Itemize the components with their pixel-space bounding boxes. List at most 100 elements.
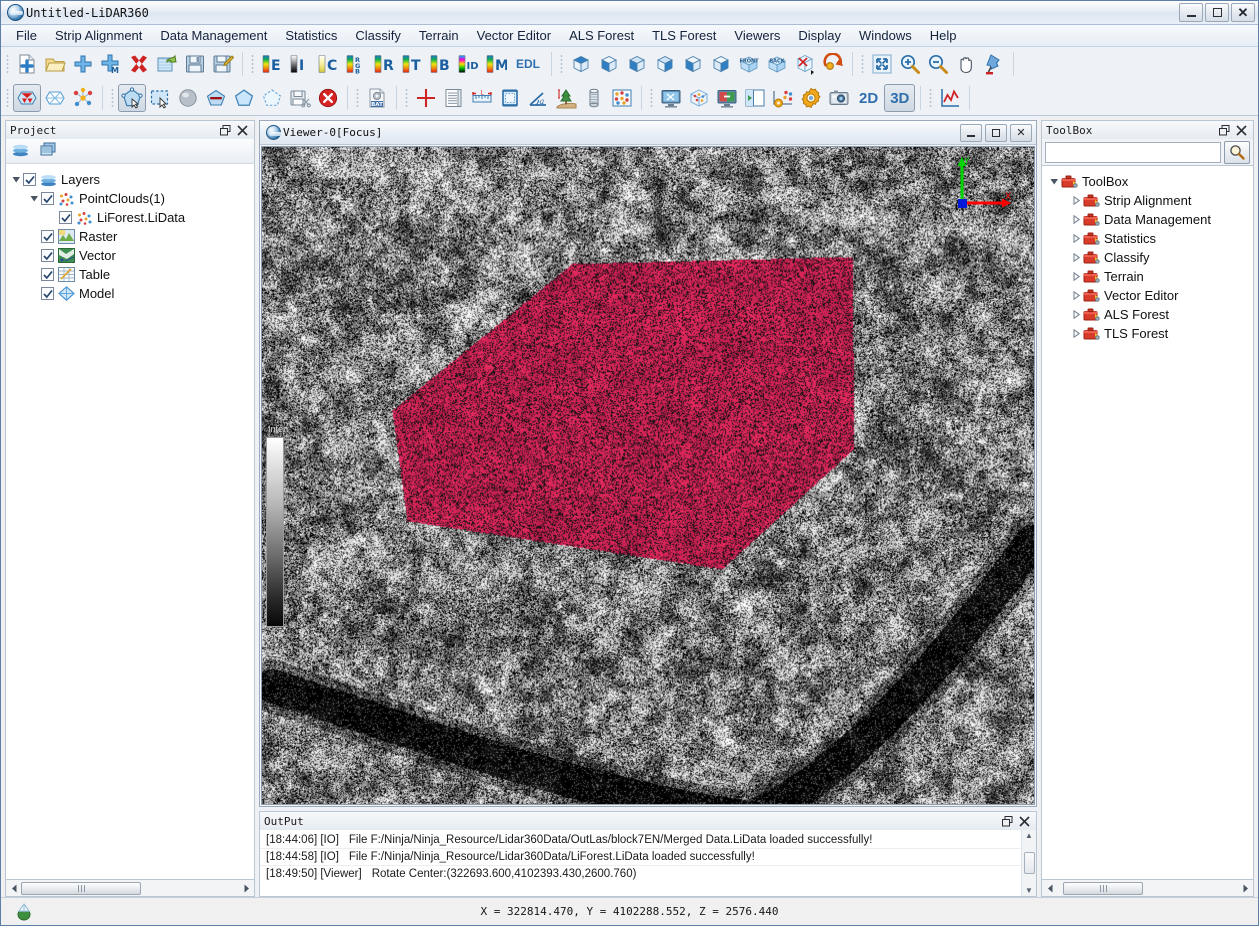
view-3d-button[interactable]: 3D — [884, 84, 916, 112]
view-left-icon[interactable] — [623, 50, 651, 78]
tree-expander-icon[interactable] — [1070, 196, 1083, 205]
tree-expander-icon[interactable] — [10, 175, 23, 184]
rect-select-icon[interactable] — [146, 84, 174, 112]
layer-visibility-checkbox[interactable] — [23, 173, 36, 186]
toolbox-tree-item-als-forest[interactable]: ALS Forest — [1042, 305, 1253, 324]
toolbar-grip[interactable] — [110, 87, 115, 109]
add-multiple-data-icon[interactable]: M — [97, 50, 125, 78]
view-back-label-icon[interactable]: BACK — [763, 50, 791, 78]
remove-data-icon[interactable] — [125, 50, 153, 78]
toolbar-grip[interactable] — [649, 87, 654, 109]
menu-item-statistics[interactable]: Statistics — [276, 26, 346, 45]
toolbox-tree-item-statistics[interactable]: Statistics — [1042, 229, 1253, 248]
display-by-return-icon[interactable]: R — [370, 50, 398, 78]
project-tree-item-raster[interactable]: Raster — [6, 227, 254, 246]
display-by-rgb-icon[interactable]: RGB — [342, 50, 370, 78]
measure-angle-icon[interactable]: a — [524, 84, 552, 112]
layers-stack-icon[interactable] — [12, 143, 29, 160]
menu-item-terrain[interactable]: Terrain — [410, 26, 468, 45]
menu-item-help[interactable]: Help — [921, 26, 966, 45]
profile-icon[interactable] — [685, 84, 713, 112]
output-restore-icon[interactable] — [1002, 815, 1013, 827]
tree-expander-icon[interactable] — [28, 194, 41, 203]
toolbar-grip[interactable] — [559, 53, 564, 75]
toolbox-close-icon[interactable] — [1236, 124, 1247, 136]
toolbox-search-input[interactable] — [1045, 141, 1221, 163]
menu-item-viewers[interactable]: Viewers — [725, 26, 789, 45]
invert-select-icon[interactable] — [258, 84, 286, 112]
tree-expander-icon[interactable] — [1070, 329, 1083, 338]
point-cluster-icon[interactable] — [69, 84, 97, 112]
layer-visibility-checkbox[interactable] — [41, 287, 54, 300]
pan-icon[interactable] — [952, 50, 980, 78]
output-log-list[interactable]: [18:44:06] [IO] File F:/Ninja/Ninja_Resou… — [260, 830, 1021, 896]
zoom-to-extent-icon[interactable] — [868, 50, 896, 78]
project-hscroll-thumb[interactable] — [21, 881, 141, 895]
measure-distance-icon[interactable]: L — [468, 84, 496, 112]
tree-expander-icon[interactable] — [1070, 234, 1083, 243]
export-data-icon[interactable] — [153, 50, 181, 78]
project-tree[interactable]: Layers PointClouds(1) LiForest.LiData Raste… — [5, 164, 255, 880]
menu-item-als-forest[interactable]: ALS Forest — [560, 26, 643, 45]
layer-visibility-checkbox[interactable] — [41, 192, 54, 205]
view-bottom-icon[interactable] — [595, 50, 623, 78]
project-close-icon[interactable] — [237, 124, 248, 136]
project-hscrollbar[interactable] — [5, 880, 255, 897]
window-maximize-button[interactable] — [1205, 3, 1229, 22]
toolbox-tree-item-terrain[interactable]: Terrain — [1042, 267, 1253, 286]
new-project-icon[interactable] — [13, 50, 41, 78]
tree-expander-icon[interactable] — [1070, 310, 1083, 319]
scroll-left-icon[interactable] — [1043, 882, 1057, 895]
density-icon[interactable] — [608, 84, 636, 112]
view-front-label-icon[interactable]: FRONT — [735, 50, 763, 78]
measure-height-icon[interactable] — [552, 84, 580, 112]
measure-point-icon[interactable] — [412, 84, 440, 112]
measure-dbh-icon[interactable] — [580, 84, 608, 112]
menu-item-windows[interactable]: Windows — [850, 26, 921, 45]
view-right-icon[interactable] — [651, 50, 679, 78]
zoom-out-icon[interactable] — [924, 50, 952, 78]
display-by-elevation-icon[interactable]: E — [258, 50, 286, 78]
polygon-select-icon[interactable] — [118, 84, 146, 112]
display-by-blend-icon[interactable]: B — [426, 50, 454, 78]
menu-item-vector-editor[interactable]: Vector Editor — [468, 26, 560, 45]
menu-item-display[interactable]: Display — [789, 26, 850, 45]
tree-expander-icon[interactable] — [1070, 215, 1083, 224]
tree-expander-icon[interactable] — [1070, 272, 1083, 281]
toolbox-tree-item-classify[interactable]: Classify — [1042, 248, 1253, 267]
toolbox-tree-item-strip-alignment[interactable]: Strip Alignment — [1042, 191, 1253, 210]
scroll-right-icon[interactable] — [1238, 882, 1252, 895]
save-selection-icon[interactable] — [286, 84, 314, 112]
window-minimize-button[interactable] — [1179, 3, 1203, 22]
point-cloud-viewport[interactable]: Y X Inten 0 — [261, 146, 1035, 805]
menu-item-classify[interactable]: Classify — [346, 26, 410, 45]
layer-visibility-checkbox[interactable] — [41, 268, 54, 281]
project-tree-item-pointclouds-1[interactable]: PointClouds(1) — [6, 189, 254, 208]
save-as-icon[interactable] — [209, 50, 237, 78]
viewer-minimize-button[interactable] — [960, 124, 982, 142]
chart-icon[interactable] — [936, 84, 964, 112]
project-tree-item-model[interactable]: Model — [6, 284, 254, 303]
point-cloud-canvas[interactable] — [262, 147, 1034, 804]
layer-visibility-checkbox[interactable] — [41, 230, 54, 243]
scroll-down-icon[interactable]: ▼ — [1025, 886, 1033, 895]
toolbar-grip[interactable] — [928, 87, 934, 109]
toolbar-grip[interactable] — [250, 53, 255, 75]
toolbox-tree-item-vector-editor[interactable]: Vector Editor — [1042, 286, 1253, 305]
toolbox-tree-item-tls-forest[interactable]: TLS Forest — [1042, 324, 1253, 343]
toolbox-hscroll-thumb[interactable] — [1063, 881, 1143, 895]
menu-item-tls-forest[interactable]: TLS Forest — [643, 26, 725, 45]
layer-visibility-checkbox[interactable] — [59, 211, 72, 224]
view-top-icon[interactable] — [567, 50, 595, 78]
zoom-in-icon[interactable] — [896, 50, 924, 78]
toolbar-grip[interactable] — [5, 53, 10, 75]
link-viewers-icon[interactable] — [713, 84, 741, 112]
project-tree-item-layers[interactable]: Layers — [6, 170, 254, 189]
preferences-icon[interactable] — [797, 84, 825, 112]
clip-box-icon[interactable] — [791, 50, 819, 78]
batch-script-icon[interactable]: BAT — [363, 84, 391, 112]
toolbar-grip[interactable] — [5, 87, 10, 109]
scroll-up-icon[interactable]: ▲ — [1025, 831, 1033, 840]
project-tree-item-liforest-lidata[interactable]: LiForest.LiData — [6, 208, 254, 227]
toolbox-tree-item-data-management[interactable]: Data Management — [1042, 210, 1253, 229]
